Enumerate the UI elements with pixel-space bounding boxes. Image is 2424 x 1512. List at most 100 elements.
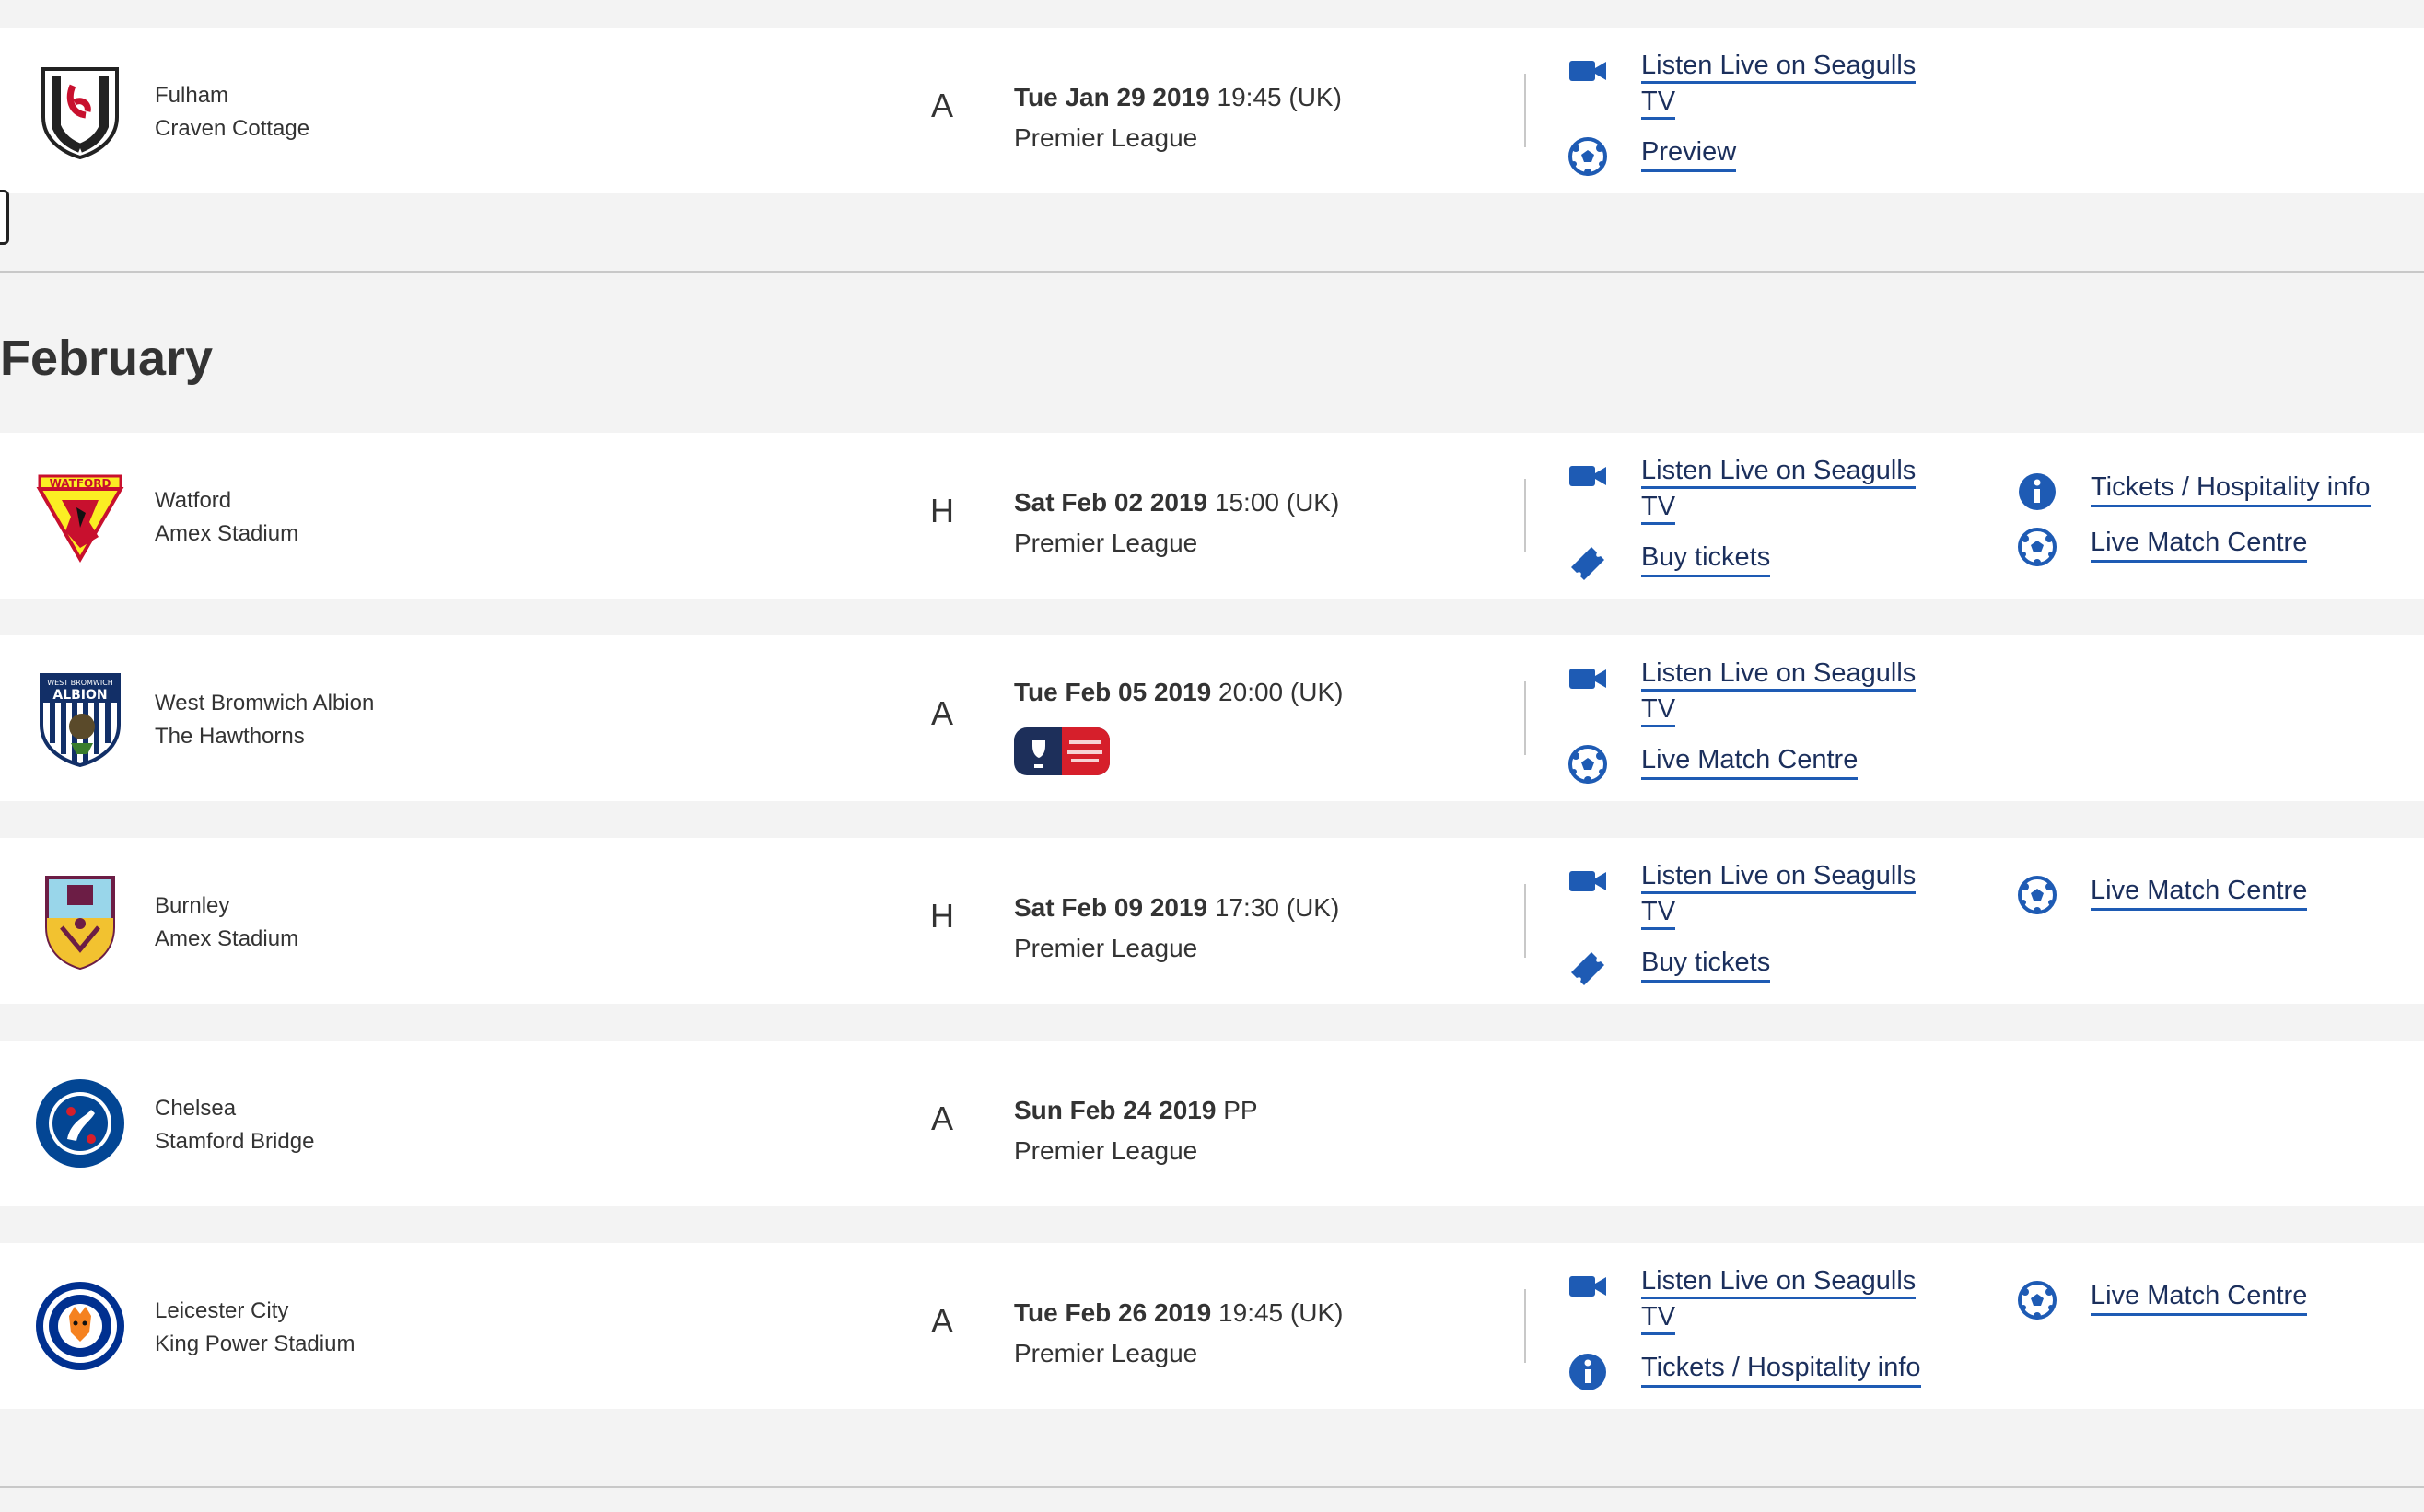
tickets-hospitality-link[interactable]: Tickets / Hospitality info bbox=[1567, 1350, 1921, 1392]
divider bbox=[1524, 1289, 1526, 1363]
video-camera-icon bbox=[1567, 1265, 1608, 1306]
team-name: Fulham bbox=[155, 83, 229, 108]
info-icon bbox=[2017, 471, 2057, 512]
divider bbox=[0, 271, 2424, 273]
link-label[interactable]: Live Match Centre bbox=[1641, 742, 1859, 780]
listen-live-link[interactable]: Listen Live on Seagulls TV bbox=[1567, 48, 1917, 120]
link-label[interactable]: Buy tickets bbox=[1641, 945, 1771, 983]
link-label[interactable]: Tickets / Hospitality info bbox=[2091, 470, 2371, 507]
match-date: Tue Jan 29 2019 bbox=[1014, 83, 1210, 111]
football-icon bbox=[2017, 1280, 2057, 1320]
svg-text:ALBION: ALBION bbox=[52, 688, 107, 703]
venue-name: Amex Stadium bbox=[155, 521, 299, 546]
match-date: Tue Feb 26 2019 bbox=[1014, 1298, 1212, 1327]
chelsea-crest-icon bbox=[34, 1075, 126, 1172]
info-icon bbox=[1567, 1352, 1608, 1392]
month-heading: February bbox=[0, 331, 214, 386]
home-away-indicator: A bbox=[930, 1099, 953, 1137]
competition-name: Premier League bbox=[1014, 123, 1198, 152]
team-name: Leicester City bbox=[155, 1298, 289, 1323]
venue-name: Craven Cottage bbox=[155, 116, 310, 141]
ticket-icon bbox=[1567, 947, 1608, 987]
match-date: Sun Feb 24 2019 bbox=[1014, 1096, 1217, 1124]
listen-live-link[interactable]: Listen Live on Seagulls TV bbox=[1567, 656, 1917, 727]
live-match-centre-link[interactable]: Live Match Centre bbox=[2017, 873, 2308, 915]
fixture-card-fulham: Fulham Craven Cottage A Tue Jan 29 2019 … bbox=[0, 28, 2424, 193]
link-label[interactable]: Listen Live on Seagulls bbox=[1641, 50, 1917, 84]
listen-live-link[interactable]: Listen Live on Seagulls TV bbox=[1567, 453, 1917, 525]
divider bbox=[1524, 479, 1526, 552]
link-label[interactable]: TV bbox=[1641, 693, 1676, 727]
link-label[interactable]: Listen Live on Seagulls bbox=[1641, 455, 1917, 489]
home-away-indicator: A bbox=[930, 1302, 953, 1340]
match-time: 19:45 (UK) bbox=[1218, 1298, 1344, 1327]
link-label[interactable]: Buy tickets bbox=[1641, 540, 1771, 577]
link-label[interactable]: TV bbox=[1641, 1301, 1676, 1335]
venue-name: The Hawthorns bbox=[155, 724, 305, 749]
listen-live-link[interactable]: Listen Live on Seagulls TV bbox=[1567, 1263, 1917, 1335]
burnley-crest-icon bbox=[34, 872, 126, 970]
match-date: Sat Feb 02 2019 bbox=[1014, 488, 1208, 517]
video-camera-icon bbox=[1567, 455, 1608, 495]
buy-tickets-link[interactable]: Buy tickets bbox=[1567, 540, 1771, 582]
link-label[interactable]: Listen Live on Seagulls bbox=[1641, 657, 1917, 692]
divider bbox=[1524, 74, 1526, 147]
fixture-card-watford: WATFORD Watford Amex Stadium H Sat Feb 0… bbox=[0, 433, 2424, 599]
divider bbox=[0, 1486, 2424, 1488]
match-time: 19:45 (UK) bbox=[1217, 83, 1342, 111]
fixture-card-burnley: Burnley Amex Stadium H Sat Feb 09 2019 1… bbox=[0, 838, 2424, 1004]
fixture-card-chelsea: Chelsea Stamford Bridge A Sun Feb 24 201… bbox=[0, 1041, 2424, 1206]
tickets-hospitality-link[interactable]: Tickets / Hospitality info bbox=[2017, 470, 2371, 512]
football-icon bbox=[2017, 527, 2057, 567]
home-away-indicator: H bbox=[930, 492, 954, 529]
venue-name: King Power Stadium bbox=[155, 1332, 355, 1356]
venue-name: Amex Stadium bbox=[155, 926, 299, 951]
link-label[interactable]: Tickets / Hospitality info bbox=[1641, 1350, 1921, 1388]
team-name: Chelsea bbox=[155, 1096, 237, 1121]
football-icon bbox=[1567, 136, 1608, 177]
divider bbox=[1524, 681, 1526, 755]
competition-name: Premier League bbox=[1014, 934, 1198, 962]
link-label[interactable]: TV bbox=[1641, 86, 1676, 120]
link-label[interactable]: Live Match Centre bbox=[2091, 525, 2308, 563]
listen-live-link[interactable]: Listen Live on Seagulls TV bbox=[1567, 858, 1917, 930]
football-icon bbox=[2017, 875, 2057, 915]
fulham-crest-icon bbox=[34, 62, 126, 159]
leicester-crest-icon bbox=[34, 1277, 126, 1375]
side-tab-edge[interactable] bbox=[0, 190, 9, 245]
video-camera-icon bbox=[1567, 657, 1608, 698]
link-label[interactable]: TV bbox=[1641, 491, 1676, 525]
live-match-centre-link[interactable]: Live Match Centre bbox=[1567, 742, 1859, 785]
watford-crest-icon: WATFORD bbox=[34, 467, 126, 564]
video-camera-icon bbox=[1567, 50, 1608, 90]
competition-name: Premier League bbox=[1014, 529, 1198, 557]
fa-cup-logo bbox=[1014, 727, 1110, 775]
home-away-indicator: A bbox=[930, 694, 953, 732]
west-brom-crest-icon: WEST BROMWICH ALBION bbox=[34, 669, 126, 767]
venue-name: Stamford Bridge bbox=[155, 1129, 315, 1154]
live-match-centre-link[interactable]: Live Match Centre bbox=[2017, 525, 2308, 567]
competition-name: Premier League bbox=[1014, 1136, 1198, 1165]
video-camera-icon bbox=[1567, 860, 1608, 901]
live-match-centre-link[interactable]: Live Match Centre bbox=[2017, 1278, 2308, 1320]
home-away-indicator: A bbox=[930, 87, 953, 124]
match-time: 15:00 (UK) bbox=[1214, 488, 1340, 517]
preview-link[interactable]: Preview bbox=[1567, 134, 1737, 177]
match-time: 20:00 (UK) bbox=[1218, 678, 1344, 706]
svg-text:WEST BROMWICH: WEST BROMWICH bbox=[47, 679, 113, 687]
fixture-card-leicester: Leicester City King Power Stadium A Tue … bbox=[0, 1243, 2424, 1409]
team-name: Burnley bbox=[155, 893, 230, 918]
link-label[interactable]: Live Match Centre bbox=[2091, 1278, 2308, 1316]
match-date: Tue Feb 05 2019 bbox=[1014, 678, 1212, 706]
match-time: 17:30 (UK) bbox=[1214, 893, 1340, 922]
team-name: West Bromwich Albion bbox=[155, 691, 375, 715]
link-label[interactable]: Listen Live on Seagulls bbox=[1641, 860, 1917, 894]
match-date: Sat Feb 09 2019 bbox=[1014, 893, 1208, 922]
link-label[interactable]: Listen Live on Seagulls bbox=[1641, 1265, 1917, 1299]
competition-name: Premier League bbox=[1014, 1339, 1198, 1367]
link-label[interactable]: Live Match Centre bbox=[2091, 873, 2308, 911]
link-label[interactable]: Preview bbox=[1641, 134, 1737, 172]
buy-tickets-link[interactable]: Buy tickets bbox=[1567, 945, 1771, 987]
link-label[interactable]: TV bbox=[1641, 896, 1676, 930]
ticket-icon bbox=[1567, 541, 1608, 582]
